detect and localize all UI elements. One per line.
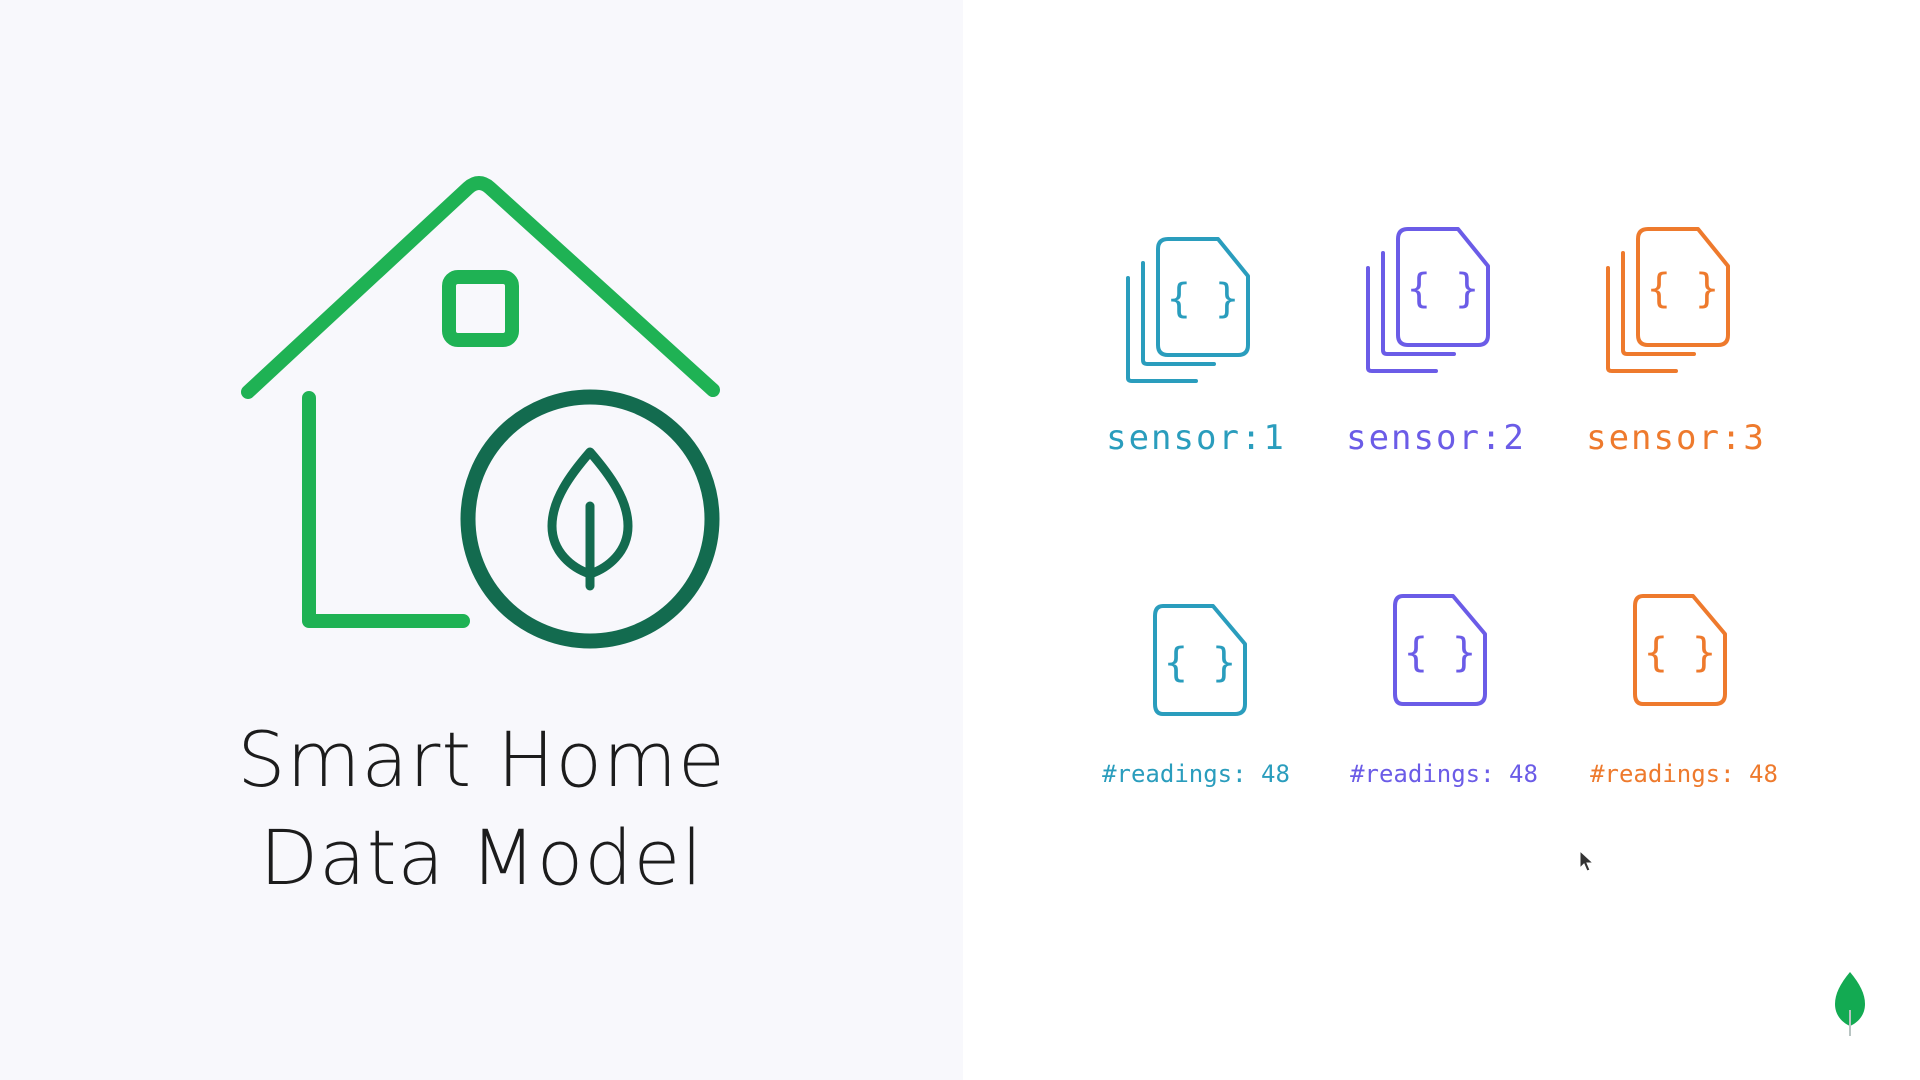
document-icon: { } [1153, 604, 1247, 716]
house-icon [241, 176, 720, 649]
brace-glyph: { } [1647, 266, 1719, 312]
brace-glyph: { } [1407, 266, 1479, 312]
mouse-cursor-icon [1579, 850, 1595, 872]
sensor-3-readings: #readings: 48 [1590, 760, 1778, 788]
brace-glyph: { } [1167, 276, 1239, 322]
document-icon: { } [1633, 594, 1727, 706]
document-stack-icon: { } [1606, 227, 1730, 373]
title-line-2: Data Model [259, 813, 704, 902]
brace-glyph: { } [1644, 630, 1716, 676]
document-stack-icon: { } [1126, 237, 1250, 383]
brace-glyph: { } [1164, 640, 1236, 686]
brace-glyph: { } [1404, 630, 1476, 676]
document-icon: { } [1393, 594, 1487, 706]
mongodb-leaf-logo [1835, 972, 1865, 1036]
document-stack-icon: { } [1366, 227, 1490, 373]
title-line-1: Smart Home [237, 715, 726, 804]
sensor-3-label: sensor:3 [1586, 418, 1766, 458]
leaf-icon [547, 447, 633, 591]
